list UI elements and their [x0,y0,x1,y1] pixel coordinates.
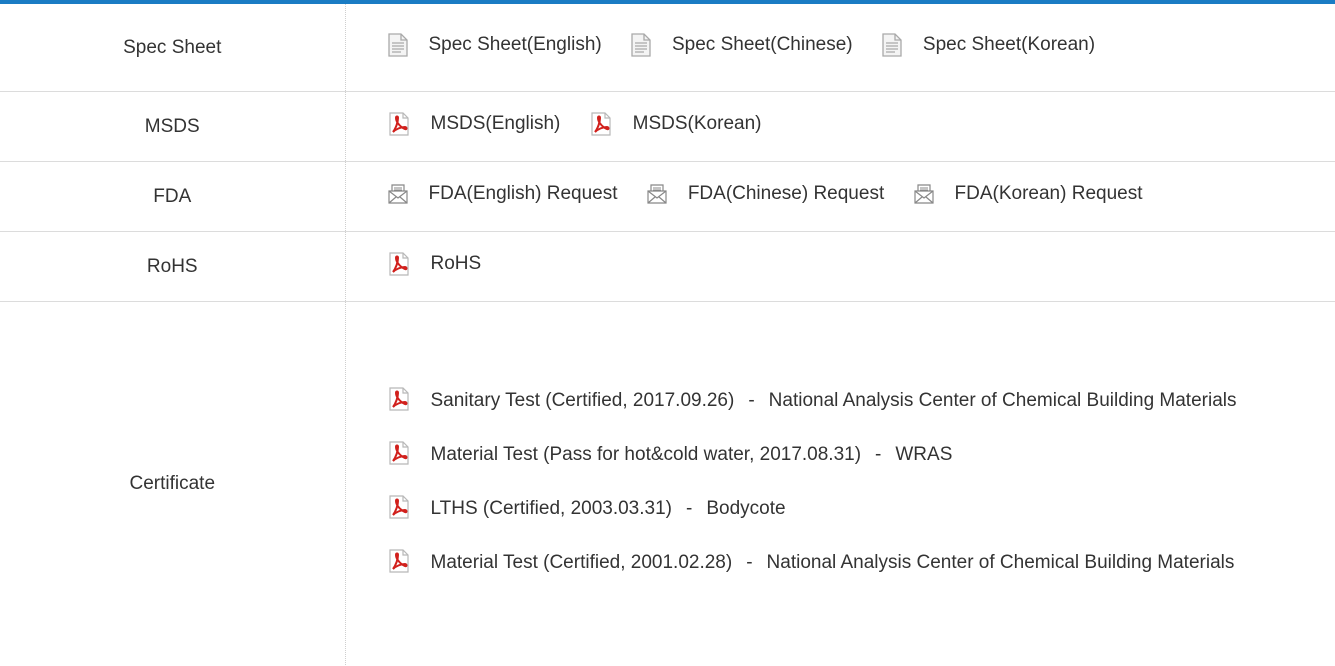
separator: - [748,389,755,411]
documents-panel: Spec Sheet Spec Sheet(English) Spec Shee… [0,0,1335,666]
rohs-link[interactable]: RoHS [388,251,482,276]
certificate-title: LTHS (Certified, 2003.03.31) [430,497,673,519]
link-label: MSDS(Korean) [632,112,762,134]
pdf-icon [388,438,410,481]
fda-english-request-link[interactable]: FDA(English) Request [387,183,618,205]
document-icon [631,32,651,57]
pdf-icon [388,111,410,136]
certificate-org: WRAS [895,443,953,465]
link-label: FDA(English) Request [428,183,618,204]
row-label: RoHS [0,231,346,302]
certificate-title: Sanitary Test (Certified, 2017.09.26) [430,389,735,411]
separator: - [875,443,882,465]
pdf-icon [388,384,410,427]
table-row-rohs: RoHS RoHS [0,231,1335,302]
row-label: FDA [0,161,346,232]
pdf-icon [590,111,612,136]
msds-korean-link[interactable]: MSDS(Korean) [590,111,762,136]
certificate-org: National Analysis Center of Chemical Bui… [768,389,1237,411]
link-label: Spec Sheet(Chinese) [672,33,853,55]
row-content: RoHS [345,231,1335,302]
pdf-icon [388,546,410,589]
msds-english-link[interactable]: MSDS(English) [388,111,561,136]
certificate-org: Bodycote [706,497,786,519]
row-label: Spec Sheet [0,4,346,92]
link-label: MSDS(English) [430,112,561,134]
certificate-title: Material Test (Certified, 2001.02.28) [430,551,733,573]
row-content: Sanitary Test (Certified, 2017.09.26) - Na… [345,302,1335,666]
row-label: MSDS [0,91,346,162]
link-label: FDA(Chinese) Request [687,183,885,204]
document-icon [882,32,902,57]
separator: - [746,551,753,573]
table-row-spec-sheet: Spec Sheet Spec Sheet(English) Spec Shee… [0,4,1335,92]
certificate-title: Material Test (Pass for hot&cold water, … [430,443,862,465]
table-row-msds: MSDS MSDS(English) MSDS(Korean) [0,91,1335,162]
fda-korean-request-link[interactable]: FDA(Korean) Request [913,183,1143,205]
mail-icon [387,184,408,204]
pdf-icon [388,492,410,535]
spec-sheet-chinese-link[interactable]: Spec Sheet(Chinese) [631,32,853,57]
certificate-list: Sanitary Test (Certified, 2017.09.26) - Na… [388,359,1335,609]
fda-chinese-request-link[interactable]: FDA(Chinese) Request [647,183,884,205]
row-content: FDA(English) Request FDA(Chinese) Reques… [345,161,1335,232]
separator: - [686,497,693,519]
certificate-item-sanitary-test[interactable]: Sanitary Test (Certified, 2017.09.26) - Na… [388,379,1335,427]
row-content: Spec Sheet(English) Spec Sheet(Chinese) … [345,4,1335,92]
row-label: Certificate [0,301,346,665]
link-label: Spec Sheet(English) [428,33,602,55]
link-label: FDA(Korean) Request [954,183,1143,204]
spec-sheet-korean-link[interactable]: Spec Sheet(Korean) [882,32,1096,57]
document-icon [387,32,408,57]
certificate-item-lths[interactable]: LTHS (Certified, 2003.03.31) - Bodycote [388,487,1335,535]
pdf-icon [388,251,410,276]
spec-sheet-english-link[interactable]: Spec Sheet(English) [387,32,602,57]
certificate-item-material-test-wras[interactable]: Material Test (Pass for hot&cold water, … [388,433,1335,481]
table-row-fda: FDA FDA(English) Request FDA(Chinese) Re… [0,161,1335,232]
documents-table: Spec Sheet Spec Sheet(English) Spec Shee… [0,4,1335,665]
certificate-org: National Analysis Center of Chemical Bui… [766,551,1235,573]
link-label: RoHS [430,252,482,274]
mail-icon [913,184,934,204]
table-row-certificate: Certificate Sanitary Test (Certified, 20… [0,301,1335,666]
link-label: Spec Sheet(Korean) [922,33,1096,55]
row-content: MSDS(English) MSDS(Korean) [345,91,1335,162]
mail-icon [647,184,667,204]
certificate-item-material-test-2001[interactable]: Material Test (Certified, 2001.02.28) - Na… [388,541,1335,589]
